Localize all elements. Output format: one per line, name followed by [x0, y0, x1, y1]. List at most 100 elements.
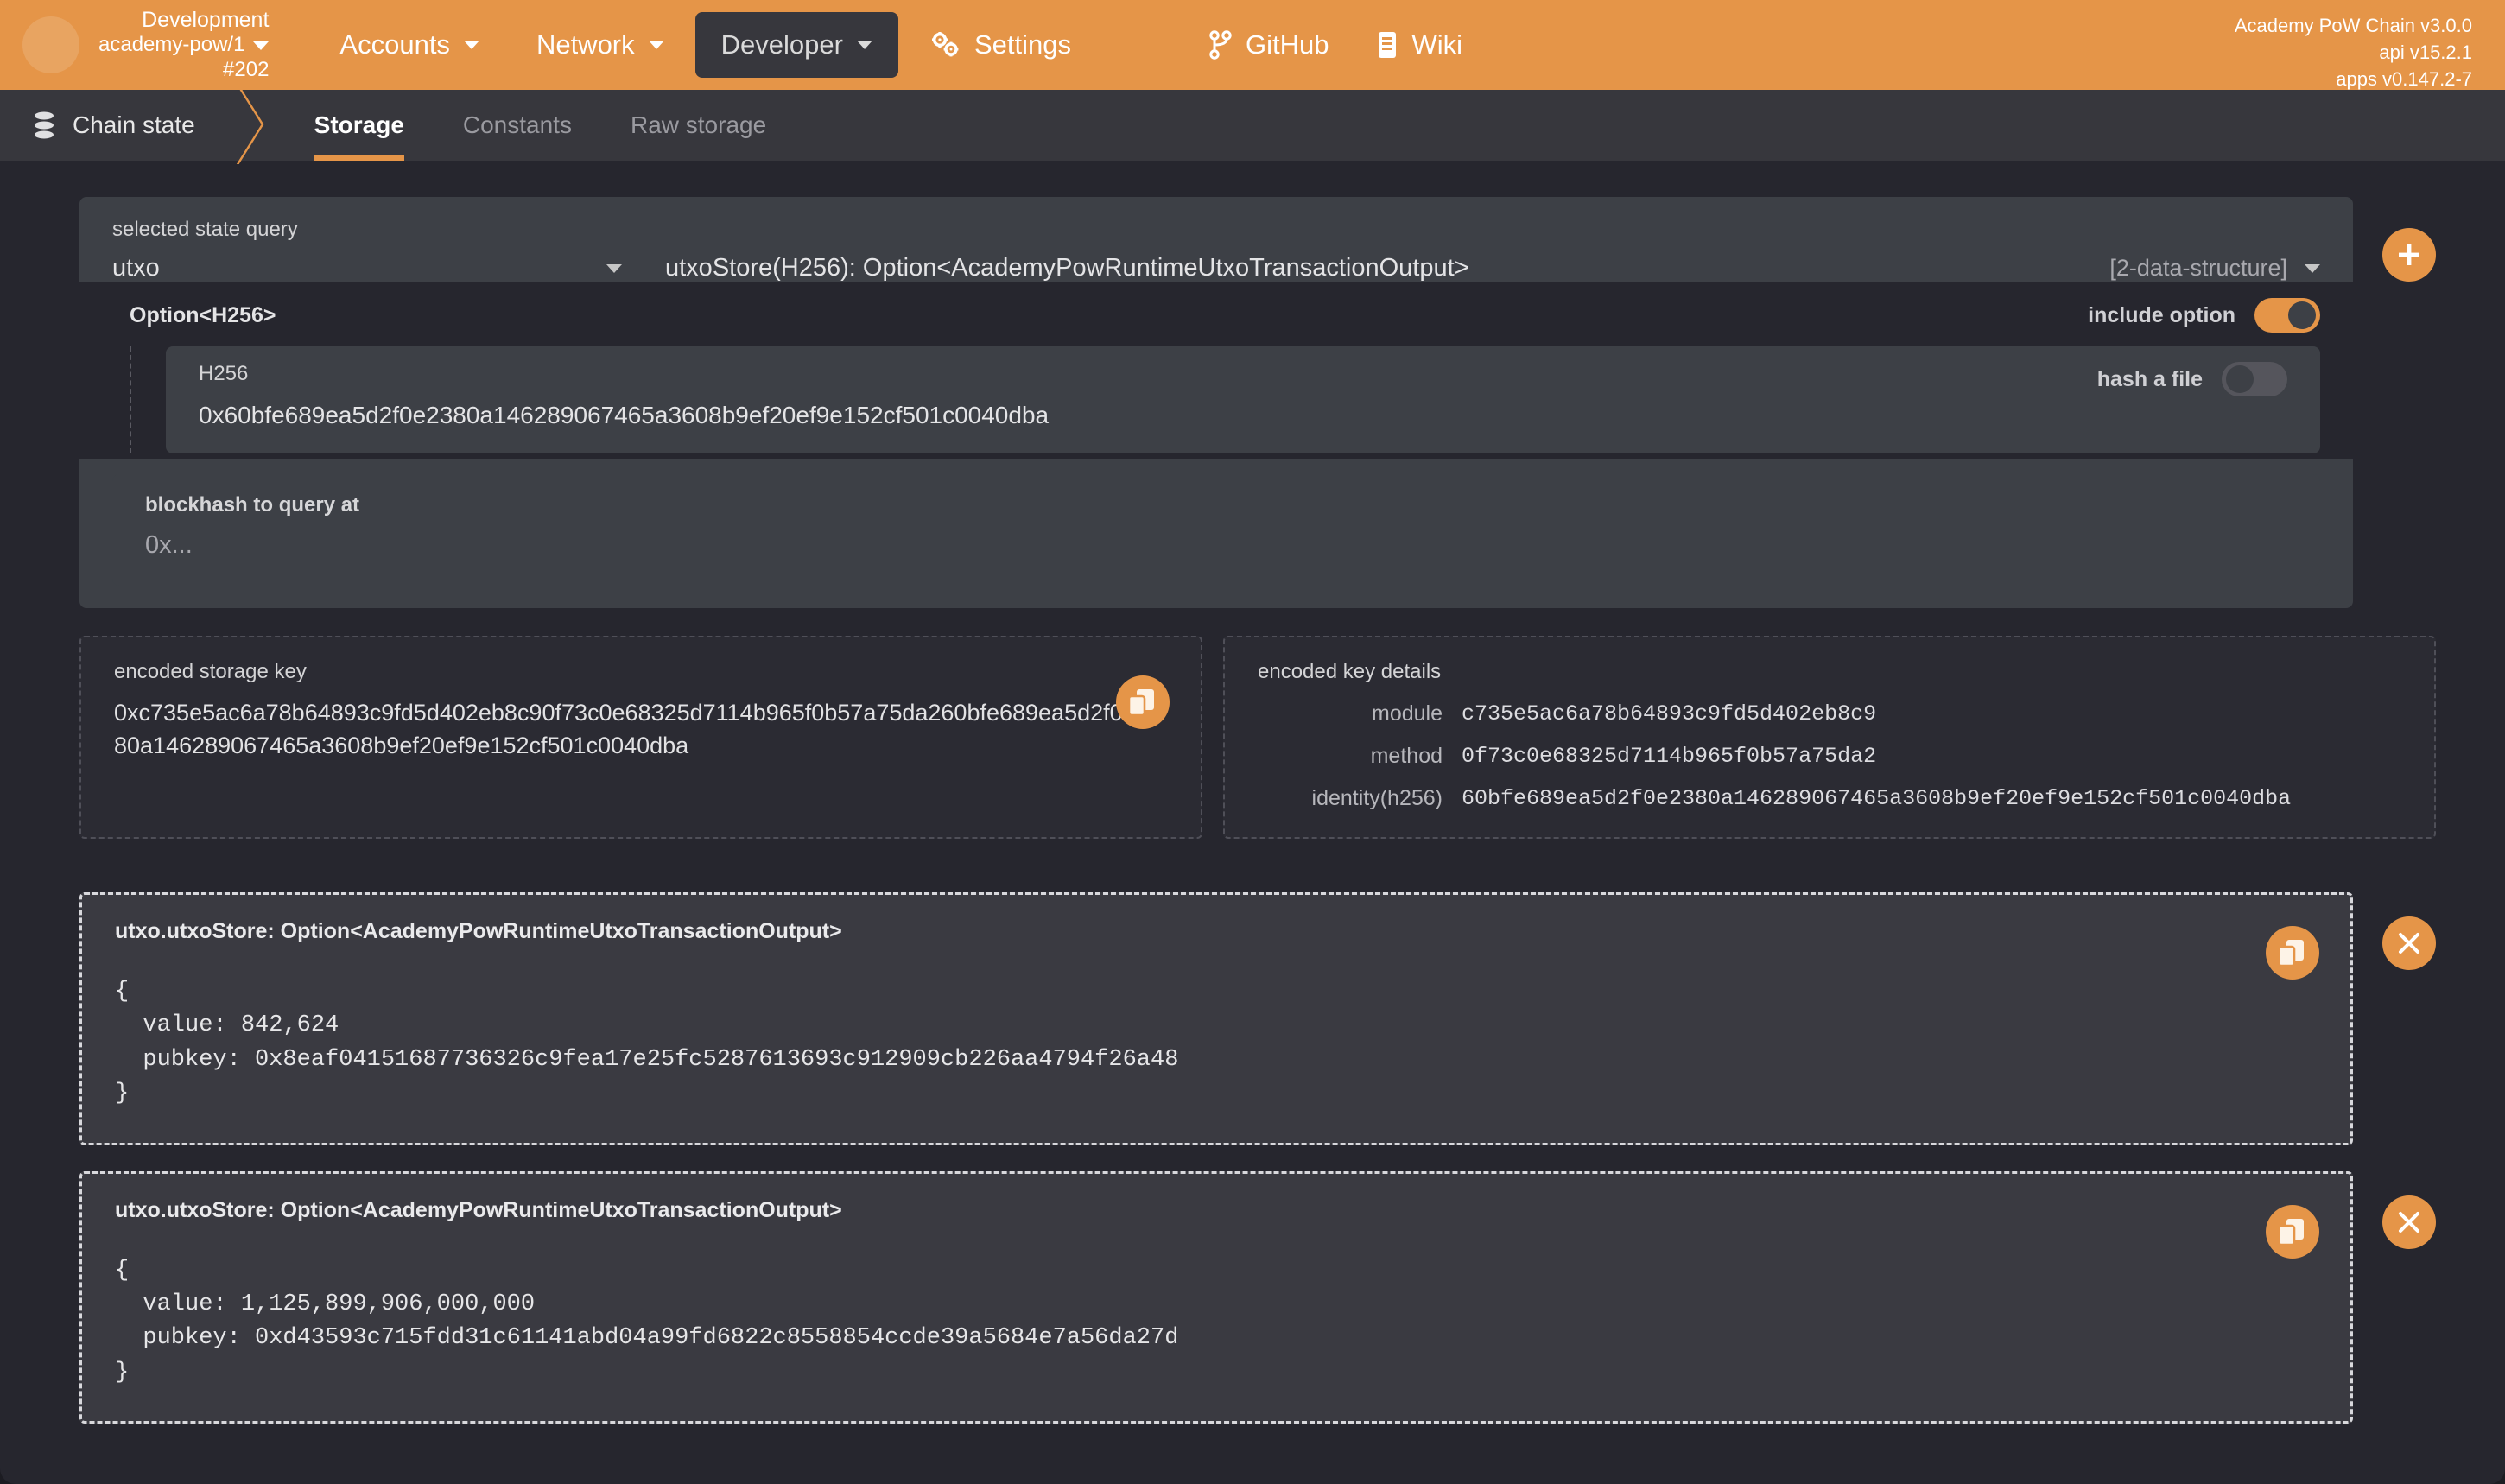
copy-icon [2279, 1217, 2306, 1246]
nav-item-accounts[interactable]: Accounts [314, 12, 505, 78]
add-query-button[interactable] [2382, 228, 2436, 282]
encoded-detail-value: c735e5ac6a78b64893c9fd5d402eb8c9 [1462, 701, 1876, 726]
app-root: Development academy-pow/1 #202 Accounts … [0, 0, 2505, 1484]
wiki-link-label: Wiki [1411, 29, 1462, 60]
query-results: utxo.utxoStore: Option<AcademyPowRuntime… [79, 892, 2436, 1424]
tab-storage-label: Storage [314, 111, 404, 139]
add-query-wrap [2353, 197, 2436, 608]
remove-result-button[interactable] [2382, 916, 2436, 970]
result-row: utxo.utxoStore: Option<AcademyPowRuntime… [79, 892, 2436, 1145]
hash-a-file-toggle[interactable] [2222, 362, 2287, 396]
state-query-panel: selected state query utxo utxoStore(H256… [79, 197, 2353, 608]
remove-result-button[interactable] [2382, 1195, 2436, 1249]
api-version: api v15.2.1 [2235, 39, 2472, 66]
tab-constants-label: Constants [463, 111, 572, 139]
tab-raw-storage[interactable]: Raw storage [601, 90, 796, 161]
include-option-toggle[interactable] [2254, 298, 2320, 333]
include-option-label: include option [2088, 303, 2235, 328]
nav-item-settings-label: Settings [974, 29, 1071, 60]
result-row: utxo.utxoStore: Option<AcademyPowRuntime… [79, 1171, 2436, 1424]
chevron-down-icon [857, 41, 872, 49]
tab-bar: Chain state Storage Constants Raw storag… [0, 90, 2505, 161]
h256-input[interactable]: 0x60bfe689ea5d2f0e2380a146289067465a3608… [199, 402, 1049, 429]
chevron-down-icon [253, 41, 269, 50]
chevron-down-icon [464, 41, 479, 49]
encoded-section: encoded storage key 0xc735e5ac6a78b64893… [79, 636, 2436, 839]
blockhash-panel: blockhash to query at 0x... [112, 474, 2320, 586]
encoded-storage-key-value: 0xc735e5ac6a78b64893c9fd5d402eb8c90f73c0… [114, 696, 1168, 763]
encoded-detail-key: identity(h256) [1258, 786, 1462, 811]
encoded-key-details-label: encoded key details [1258, 660, 2401, 684]
github-link[interactable]: GitHub [1209, 29, 1329, 60]
encoded-storage-key-panel: encoded storage key 0xc735e5ac6a78b64893… [79, 636, 1202, 839]
nav-item-settings[interactable]: Settings [904, 12, 1097, 78]
external-links: GitHub Wiki [1209, 29, 1462, 60]
breadcrumb-label: Chain state [73, 111, 195, 139]
h256-row: H256 0x60bfe689ea5d2f0e2380a146289067465… [79, 346, 2353, 453]
close-icon [2396, 1209, 2422, 1235]
plus-icon [2394, 240, 2424, 270]
chevron-down-icon [2305, 264, 2320, 273]
top-navigation-bar: Development academy-pow/1 #202 Accounts … [0, 0, 2505, 90]
toggle-knob [2226, 365, 2254, 393]
tab-storage[interactable]: Storage [285, 90, 434, 161]
chevron-down-icon [606, 264, 622, 273]
main-content: selected state query utxo utxoStore(H256… [0, 161, 2505, 1424]
nav-item-developer[interactable]: Developer [695, 12, 898, 78]
copy-result-button[interactable] [2266, 1205, 2319, 1259]
encoded-storage-key-label: encoded storage key [114, 660, 1168, 684]
h256-input-panel: H256 0x60bfe689ea5d2f0e2380a146289067465… [166, 346, 2320, 453]
query-signature[interactable]: utxoStore(H256): Option<AcademyPowRuntim… [650, 254, 2109, 282]
chain-selector[interactable]: Development academy-pow/1 #202 [22, 8, 269, 82]
copy-icon [1129, 688, 1157, 717]
breadcrumb-separator [233, 90, 285, 161]
copy-storage-key-button[interactable] [1116, 675, 1170, 729]
data-structure-dropdown[interactable]: [2-data-structure] [2109, 255, 2353, 282]
module-dropdown[interactable]: utxo [79, 254, 650, 282]
nav-item-network[interactable]: Network [511, 12, 690, 78]
module-dropdown-value: utxo [112, 254, 160, 282]
database-icon [31, 111, 57, 140]
include-option-control[interactable]: include option [2088, 298, 2320, 333]
chain-logo-avatar [22, 16, 79, 73]
encoded-detail-row: identity(h256) 60bfe689ea5d2f0e2380a1462… [1258, 786, 2401, 811]
result-card: utxo.utxoStore: Option<AcademyPowRuntime… [79, 892, 2353, 1145]
git-branch-icon [1209, 30, 1232, 60]
github-link-label: GitHub [1246, 29, 1329, 60]
result-body: { value: 842,624 pubkey: 0x8eaf041516877… [115, 975, 2318, 1112]
nav-item-accounts-label: Accounts [339, 29, 450, 60]
nesting-guide [130, 346, 166, 453]
chain-version: Academy PoW Chain v3.0.0 [2235, 12, 2472, 39]
h256-label: H256 [199, 362, 1049, 386]
encoded-detail-key: module [1258, 701, 1462, 726]
copy-icon [2279, 938, 2306, 967]
close-icon [2396, 930, 2422, 956]
nav-item-developer-label: Developer [721, 29, 843, 60]
h256-field: H256 0x60bfe689ea5d2f0e2380a146289067465… [199, 362, 1049, 429]
wiki-link[interactable]: Wiki [1377, 29, 1462, 60]
copy-result-button[interactable] [2266, 926, 2319, 980]
chain-node: academy-pow/1 [98, 33, 244, 57]
tab-constants[interactable]: Constants [434, 90, 601, 161]
hash-a-file-control[interactable]: hash a file [2097, 362, 2287, 396]
encoded-detail-row: module c735e5ac6a78b64893c9fd5d402eb8c9 [1258, 701, 2401, 726]
result-body: { value: 1,125,899,906,000,000 pubkey: 0… [115, 1254, 2318, 1391]
book-icon [1377, 31, 1398, 59]
option-title: Option<H256> [130, 303, 276, 328]
main-nav: Accounts Network Developer [314, 12, 1097, 78]
nav-item-network-label: Network [536, 29, 635, 60]
encoded-detail-value: 60bfe689ea5d2f0e2380a146289067465a3608b9… [1462, 786, 2291, 811]
tab-list: Storage Constants Raw storage [285, 90, 796, 161]
state-query-controls: utxo utxoStore(H256): Option<AcademyPowR… [79, 242, 2353, 282]
blockhash-input[interactable]: 0x... [145, 531, 2287, 560]
result-card: utxo.utxoStore: Option<AcademyPowRuntime… [79, 1171, 2353, 1424]
data-structure-value: [2-data-structure] [2109, 255, 2287, 282]
state-query-section: selected state query utxo utxoStore(H256… [79, 197, 2436, 608]
option-header: Option<H256> include option [79, 298, 2353, 333]
version-info: Academy PoW Chain v3.0.0 api v15.2.1 app… [2235, 12, 2472, 93]
chevron-down-icon [649, 41, 664, 49]
breadcrumb: Chain state [0, 90, 233, 161]
option-h256-block: Option<H256> include option H256 0x60bfe… [79, 282, 2353, 459]
encoded-detail-value: 0f73c0e68325d7114b965f0b57a75da2 [1462, 744, 1876, 769]
chain-name: Development [98, 8, 269, 34]
